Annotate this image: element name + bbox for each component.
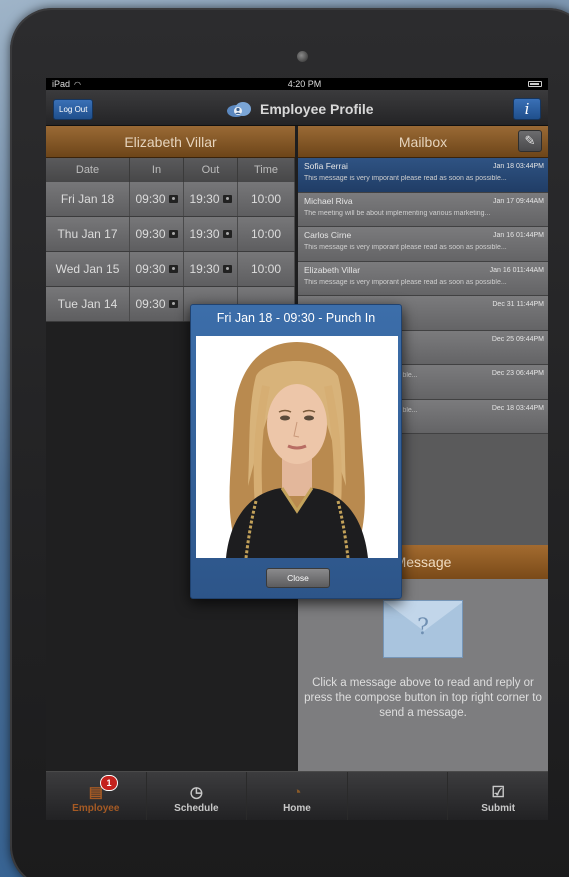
- mail-item[interactable]: Sofia Ferrai Jan 18 03:44PM This message…: [298, 158, 548, 193]
- title-text: Employee Profile: [260, 101, 374, 117]
- camera-icon[interactable]: [222, 195, 232, 203]
- checkbox-icon: ☑: [491, 784, 505, 801]
- mail-time: Jan 18 03:44PM: [493, 163, 544, 170]
- mail-time: Jan 16 011:44AM: [489, 266, 544, 274]
- timecard-row[interactable]: Wed Jan 15 09:30 19:30 10:00: [46, 252, 295, 287]
- tab-submit[interactable]: ☑ Submit: [448, 772, 548, 820]
- portrait-image: [196, 336, 398, 558]
- message-body: ? Click a message above to read and repl…: [298, 579, 548, 771]
- device-label: iPad: [52, 79, 71, 89]
- mailbox-header: Mailbox ✎: [298, 126, 548, 158]
- mailbox-title: Mailbox: [398, 133, 448, 150]
- camera-icon[interactable]: [168, 265, 178, 273]
- compose-button[interactable]: ✎: [518, 130, 542, 152]
- mail-time: Dec 23 06:44PM: [491, 370, 544, 377]
- info-button[interactable]: i: [513, 98, 541, 120]
- row-time: 10:00: [238, 217, 295, 251]
- camera-icon[interactable]: [222, 230, 232, 238]
- wifi-icon: ◠: [74, 79, 81, 89]
- mail-preview: This message is very imporant please rea…: [304, 278, 507, 286]
- col-out: Out: [184, 158, 238, 182]
- col-time: Time: [238, 158, 295, 182]
- row-in[interactable]: 09:30: [130, 182, 184, 216]
- row-date: Wed Jan 15: [46, 252, 130, 286]
- timecard-row[interactable]: Fri Jan 18 09:30 19:30 10:00: [46, 182, 295, 217]
- clock-icon: ◷: [189, 784, 203, 801]
- row-in[interactable]: 09:30: [130, 287, 184, 321]
- punch-photo-popup: Fri Jan 18 - 09:30 - Punch In Close: [190, 304, 402, 599]
- tab-label: Home: [283, 803, 311, 814]
- mail-time: Dec 31 11:44PM: [492, 301, 544, 308]
- camera-icon[interactable]: [168, 230, 178, 238]
- tab-employee[interactable]: 1 ▤ Employee: [46, 772, 147, 820]
- compose-icon: ✎: [524, 133, 536, 148]
- logout-button[interactable]: Log Out: [53, 99, 94, 120]
- row-date: Tue Jan 14: [46, 287, 130, 321]
- page-title: Employee Profile: [224, 99, 374, 119]
- mail-item[interactable]: Michael Riva Jan 17 09:44AM The meeting …: [298, 192, 548, 227]
- row-date: Thu Jan 17: [46, 217, 130, 251]
- nav-bar: Log Out Employee Profile i: [46, 90, 548, 126]
- tab-label: Employee: [72, 803, 120, 814]
- battery-icon: [528, 81, 542, 87]
- camera-icon[interactable]: [168, 300, 178, 308]
- tab-bar: 1 ▤ Employee ◷ Schedule ◔ Home ☑ Submit: [46, 771, 548, 820]
- row-time: 10:00: [238, 252, 295, 286]
- mail-time: Dec 18 03:44PM: [491, 404, 544, 412]
- row-out[interactable]: 19:30: [184, 252, 238, 286]
- camera-icon[interactable]: [168, 195, 178, 203]
- app-screen: iPad ◠ 4:20 PM Log Out Employee Profile …: [46, 78, 548, 820]
- mail-preview: This message is very imporant please rea…: [304, 244, 507, 251]
- row-in[interactable]: 09:30: [130, 252, 184, 286]
- message-hint: Click a message above to read and reply …: [304, 677, 542, 719]
- timecard-column-headers: Date In Out Time: [46, 158, 295, 182]
- row-out[interactable]: 19:30: [184, 182, 238, 216]
- mail-time: Jan 16 01:44PM: [493, 232, 544, 239]
- col-in: In: [130, 158, 184, 182]
- mail-time: Dec 25 09:44PM: [491, 335, 544, 343]
- mail-item[interactable]: Elizabeth Villar Jan 16 011:44AM This me…: [298, 261, 548, 296]
- mail-preview: This message is very imporant please rea…: [304, 175, 507, 182]
- row-out[interactable]: 19:30: [184, 217, 238, 251]
- tab-label: Schedule: [174, 803, 219, 814]
- clock-text: 4:20 PM: [287, 79, 322, 89]
- row-in[interactable]: 09:30: [130, 217, 184, 251]
- status-bar: iPad ◠ 4:20 PM: [46, 78, 548, 90]
- tab-label: Submit: [481, 803, 516, 814]
- timecard-row[interactable]: Thu Jan 17 09:30 19:30 10:00: [46, 217, 295, 252]
- cloud-logo-icon: [227, 102, 251, 117]
- tab-empty: [348, 772, 449, 820]
- col-date: Date: [46, 158, 130, 182]
- notification-badge: 1: [100, 775, 118, 791]
- close-button[interactable]: Close: [266, 568, 330, 588]
- tab-schedule[interactable]: ◷ Schedule: [147, 772, 248, 820]
- tab-home[interactable]: ◔ Home: [247, 772, 348, 820]
- envelope-icon: ?: [383, 600, 463, 658]
- row-time: 10:00: [238, 182, 295, 216]
- popup-title: Fri Jan 18 - 09:30 - Punch In: [216, 311, 376, 325]
- employee-photo: [196, 336, 398, 558]
- mail-preview: The meeting will be about implementing v…: [304, 209, 491, 217]
- row-date: Fri Jan 18: [46, 182, 130, 216]
- camera-icon: [297, 51, 308, 62]
- mail-item[interactable]: Carlos Cirne Jan 16 01:44PM This message…: [298, 227, 548, 262]
- employee-name-header: Elizabeth Villar: [46, 126, 295, 158]
- mail-time: Jan 17 09:44AM: [493, 197, 544, 205]
- camera-icon[interactable]: [222, 265, 232, 273]
- home-icon: ◔: [292, 784, 302, 801]
